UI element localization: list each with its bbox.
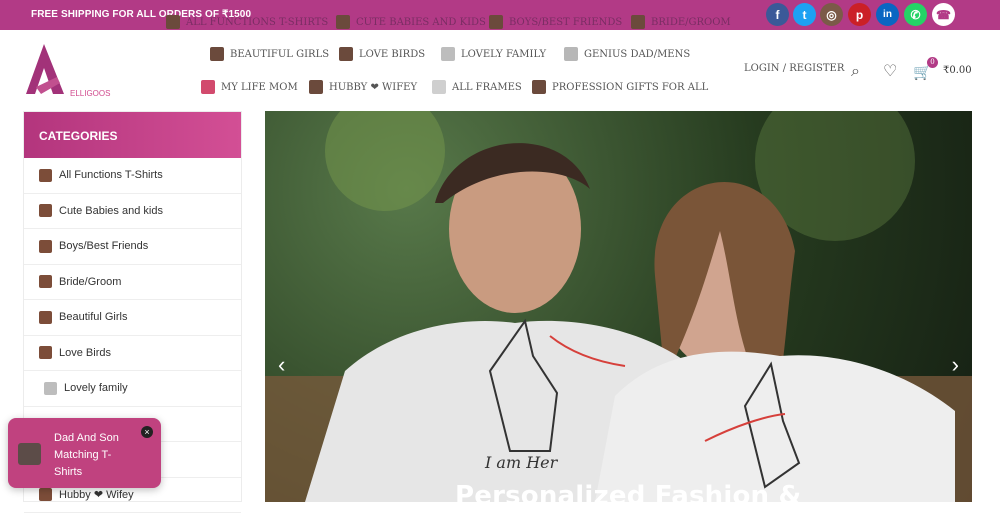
top-nav-label: CUTE BABIES AND KIDS [356, 17, 486, 28]
instagram-icon[interactable]: ◎ [820, 3, 843, 26]
categories-title: CATEGORIES [24, 112, 241, 158]
category-thumbnail [39, 204, 52, 217]
hubby-wifey-thumbnail [309, 80, 323, 94]
category-thumbnail [39, 346, 52, 359]
category-thumbnail [39, 240, 52, 253]
category-label: Bride/Groom [59, 276, 121, 288]
category-label: Boys/Best Friends [59, 240, 148, 252]
nav-label: MY LIFE MOM [221, 82, 298, 93]
category-label: Beautiful Girls [59, 311, 127, 323]
top-nav-label: ALL FUNCTIONS T-SHIRTS [186, 17, 328, 28]
genius-dad-thumbnail [564, 47, 578, 61]
nav-item-all-frames[interactable]: ALL FRAMES [432, 80, 522, 94]
top-nav-item-all-functions[interactable]: ALL FUNCTIONS T-SHIRTS [166, 15, 328, 29]
top-nav-label: BOYS/BEST FRIENDS [509, 17, 622, 28]
nav-item-my-life-mom[interactable]: MY LIFE MOM [201, 80, 298, 94]
category-item[interactable]: Beautiful Girls [24, 300, 241, 336]
category-label: Hubby ❤ Wifey [59, 488, 134, 501]
top-nav-item-boys[interactable]: BOYS/BEST FRIENDS [489, 15, 622, 29]
top-nav-item-bride-groom[interactable]: BRIDE/GROOM [631, 15, 731, 29]
svg-text:I am Her: I am Her [484, 453, 559, 472]
nav-item-love-birds[interactable]: LOVE BIRDS [339, 47, 425, 61]
category-item[interactable]: Cute Babies and kids [24, 194, 241, 230]
category-label: Cute Babies and kids [59, 205, 163, 217]
cart-total: ₹0.00 [943, 65, 972, 76]
beautiful-girls-thumbnail [210, 47, 224, 61]
nav-label: PROFESSION GIFTS FOR ALL [552, 82, 708, 93]
hero-title: Personalized Fashion & [455, 481, 801, 502]
phone-icon[interactable]: ☎ [932, 3, 955, 26]
nav-item-beautiful-girls[interactable]: BEAUTIFUL GIRLS [210, 47, 329, 61]
nav-item-profession-gifts[interactable]: PROFESSION GIFTS FOR ALL [532, 80, 708, 94]
category-label: Lovely family [64, 382, 128, 394]
profession-gifts-thumbnail [532, 80, 546, 94]
nav-label: ALL FRAMES [452, 82, 522, 93]
category-thumbnail [39, 311, 52, 324]
nav-item-hubby-wifey[interactable]: HUBBY ❤ WIFEY [309, 80, 417, 94]
product-popup[interactable]: Dad And Son Matching T-Shirts × [8, 418, 161, 488]
nav-label: BEAUTIFUL GIRLS [230, 49, 329, 60]
category-item[interactable]: Lovely family [24, 371, 241, 407]
category-label: All Functions T-Shirts [59, 169, 163, 181]
next-arrow-icon[interactable]: › [952, 354, 959, 376]
category-item[interactable]: Bride/Groom [24, 265, 241, 301]
popup-product-thumbnail [18, 443, 41, 465]
heart-icon[interactable]: ♡ [883, 61, 897, 80]
nav-item-lovely-family[interactable]: LOVELY FAMILY [441, 47, 546, 61]
boys-thumbnail [489, 15, 503, 29]
category-item[interactable]: Boys/Best Friends [24, 229, 241, 265]
category-label: Love Birds [59, 347, 111, 359]
category-item[interactable]: Love Birds [24, 336, 241, 372]
category-item[interactable]: All Functions T-Shirts [24, 158, 241, 194]
nav-item-genius-dad[interactable]: GENIUS DAD/MENS [564, 47, 690, 61]
prev-arrow-icon[interactable]: ‹ [278, 354, 285, 376]
cart-count-badge: 0 [927, 57, 938, 68]
all-functions-thumbnail [166, 15, 180, 29]
top-bar: FREE SHIPPING FOR ALL ORDERS OF ₹1500 AL… [0, 0, 1000, 30]
twitter-icon[interactable]: t [793, 3, 816, 26]
svg-text:ELLIGOOS: ELLIGOOS [70, 89, 110, 98]
pinterest-icon[interactable]: p [848, 3, 871, 26]
category-thumbnail [39, 488, 52, 501]
love-birds-thumbnail [339, 47, 353, 61]
all-frames-thumbnail [432, 80, 446, 94]
category-thumbnail [44, 382, 57, 395]
facebook-icon[interactable]: f [766, 3, 789, 26]
hero-banner[interactable]: I am Her ‹ › Personalized Fashion & [265, 111, 972, 502]
category-thumbnail [39, 275, 52, 288]
close-icon[interactable]: × [141, 426, 153, 438]
nav-label: HUBBY ❤ WIFEY [329, 82, 417, 93]
popup-product-name: Dad And Son Matching T-Shirts [54, 430, 139, 481]
whatsapp-icon[interactable]: ✆ [904, 3, 927, 26]
top-nav-item-cute-babies[interactable]: CUTE BABIES AND KIDS [336, 15, 486, 29]
login-register-link[interactable]: LOGIN / REGISTER [744, 63, 844, 74]
hero-photo: I am Her [265, 111, 972, 502]
linkedin-icon[interactable]: in [876, 3, 899, 26]
my-life-mom-thumbnail [201, 80, 215, 94]
category-thumbnail [39, 169, 52, 182]
nav-label: LOVE BIRDS [359, 49, 425, 60]
logo[interactable]: ELLIGOOS [26, 40, 154, 102]
cute-babies-thumbnail [336, 15, 350, 29]
bride-groom-thumbnail [631, 15, 645, 29]
lovely-family-thumbnail [441, 47, 455, 61]
top-nav-label: BRIDE/GROOM [651, 17, 731, 28]
nav-label: LOVELY FAMILY [461, 49, 546, 60]
search-icon[interactable]: ⌕ [851, 61, 860, 81]
nav-label: GENIUS DAD/MENS [584, 49, 690, 60]
